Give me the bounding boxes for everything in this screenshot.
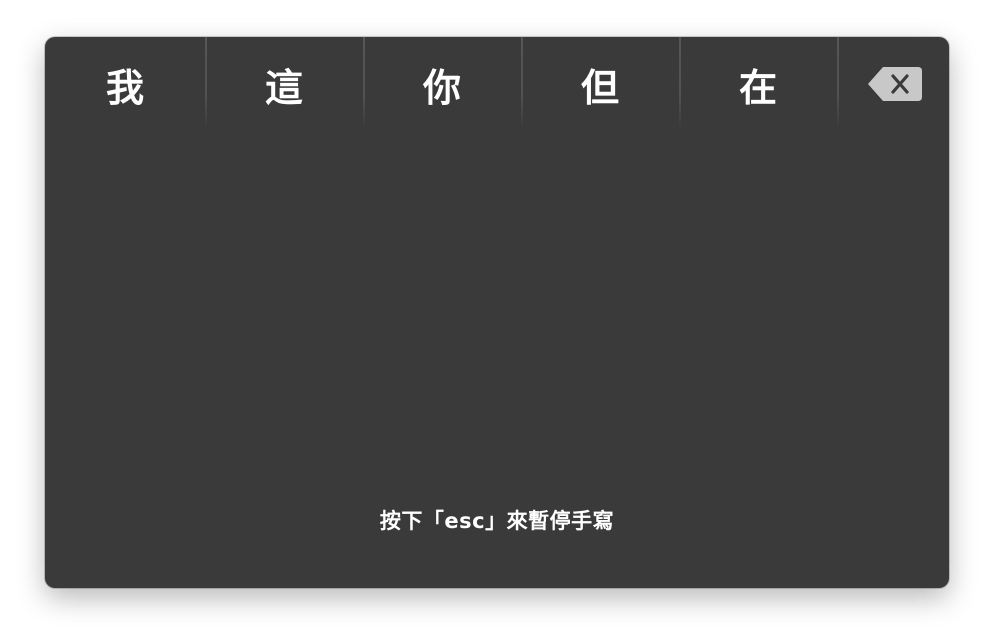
candidate-bar: 我 這 你 但 在 (45, 37, 949, 133)
handwriting-input-panel: 我 這 你 但 在 按下「esc」來暫停手寫 (45, 37, 949, 588)
screen: 我 這 你 但 在 按下「esc」來暫停手寫 (0, 0, 994, 642)
delete-backspace-icon (868, 67, 922, 101)
candidate-4[interactable]: 但 (521, 37, 679, 133)
candidate-2[interactable]: 這 (205, 37, 363, 133)
candidate-label: 但 (580, 65, 619, 110)
candidate-3[interactable]: 你 (363, 37, 521, 133)
candidate-label: 這 (264, 65, 303, 110)
candidate-label: 在 (738, 65, 777, 110)
candidate-5[interactable]: 在 (679, 37, 837, 133)
delete-button[interactable] (837, 37, 949, 133)
candidate-1[interactable]: 我 (45, 37, 205, 133)
candidate-label: 你 (422, 65, 461, 110)
candidate-label: 我 (105, 65, 144, 110)
esc-hint-text: 按下「esc」來暫停手寫 (379, 509, 615, 533)
